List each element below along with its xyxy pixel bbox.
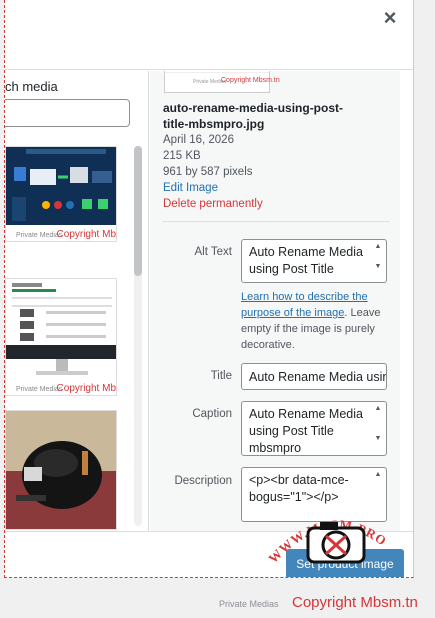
caption-value: Auto Rename Media using Post Title mbsmp…	[249, 407, 363, 455]
title-value: Auto Rename Media usin	[249, 370, 387, 384]
media-library-panel: ch media Private Medias Copyright Mb Pri…	[5, 71, 149, 531]
delete-permanently-link[interactable]: Delete permanently	[163, 198, 263, 210]
close-icon[interactable]: ×	[379, 7, 401, 29]
title-field[interactable]: Auto Rename Media usin	[241, 363, 387, 390]
infographic-image	[6, 147, 116, 241]
library-scrollbar[interactable]	[134, 146, 142, 526]
title-label: Title	[210, 370, 232, 382]
page-watermark-label: Private Medias	[219, 599, 279, 609]
thumbnail-watermark: Private Medias	[16, 232, 63, 239]
media-thumbnail[interactable]: Private Medias Copyright Mb	[5, 278, 117, 396]
thumbnail-copyright: Copyright Mb	[56, 229, 116, 240]
preview-copyright: Copyright Mbsm.tn	[221, 77, 280, 84]
page-copyright: Copyright Mbsm.tn	[292, 594, 418, 611]
description-label: Description	[174, 475, 232, 487]
compressor-photo	[6, 411, 116, 529]
media-thumbnail[interactable]: Private Medias Copyright Mb	[5, 146, 117, 242]
caption-field[interactable]: Auto Rename Media using Post Title mbsmp…	[241, 401, 387, 456]
preview-caption-bar: Private Medias Copyright Mbsm.tn	[165, 72, 280, 92]
screenshot-image	[6, 279, 116, 395]
alt-text-field[interactable]: Auto Rename Media using Post Title ▲ ▼	[241, 239, 387, 283]
caption-label: Caption	[192, 408, 232, 420]
attachment-details-panel: Private Medias Copyright Mbsm.tn auto-re…	[150, 71, 400, 531]
scroll-up-icon[interactable]: ▲	[373, 405, 383, 413]
search-input[interactable]	[5, 99, 130, 127]
modal-header: ×	[5, 0, 413, 70]
details-divider	[163, 221, 389, 222]
scroll-down-icon[interactable]: ▼	[373, 263, 383, 271]
alt-text-value: Auto Rename Media using Post Title	[249, 245, 363, 276]
library-scrollbar-thumb[interactable]	[134, 146, 142, 276]
watermark-stamp-logo: WWW.MBSM.PRO	[265, 517, 388, 566]
scroll-up-icon[interactable]: ▲	[373, 471, 383, 479]
attachment-date: April 16, 2026	[163, 134, 234, 146]
media-thumbnail[interactable]	[5, 410, 117, 530]
scroll-up-icon[interactable]: ▲	[373, 243, 383, 251]
search-label: ch media	[5, 79, 58, 94]
alt-text-label: Alt Text	[194, 246, 233, 258]
attachment-size: 215 KB	[163, 150, 201, 162]
scroll-down-icon[interactable]: ▼	[373, 435, 383, 443]
alt-text-help: Learn how to describe the purpose of the…	[241, 289, 391, 353]
media-modal: × ch media Private Medias Copyright Mb P…	[4, 0, 414, 578]
attachment-preview: Private Medias Copyright Mbsm.tn	[164, 71, 280, 93]
attachment-dimensions: 961 by 587 pixels	[163, 166, 253, 178]
thumbnail-copyright: Copyright Mb	[56, 383, 116, 394]
media-frame: × ch media Private Medias Copyright Mb P…	[0, 0, 435, 618]
attachment-filename: auto-rename-media-using-post-title-mbsmp…	[163, 101, 344, 131]
edit-image-link[interactable]: Edit Image	[163, 182, 218, 194]
thumbnail-watermark: Private Medias	[16, 386, 63, 393]
